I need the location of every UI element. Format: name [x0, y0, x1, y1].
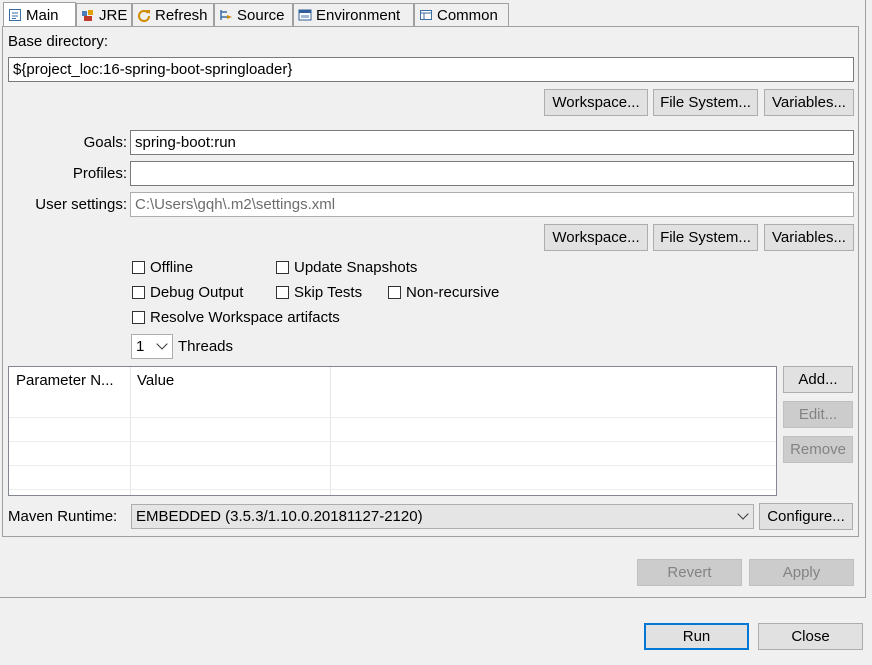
tab-environment[interactable]: Environment — [293, 3, 414, 26]
source-icon — [219, 8, 233, 22]
tab-refresh-label: Refresh — [155, 6, 208, 24]
non-recursive-checkbox-box[interactable] — [388, 286, 401, 299]
skip-tests-checkbox-label: Skip Tests — [294, 284, 363, 301]
column-header-value[interactable]: Value — [130, 367, 330, 393]
tab-common-label: Common — [437, 6, 498, 24]
tab-main-label: Main — [26, 6, 59, 24]
non-recursive-checkbox[interactable]: Non-recursive — [388, 284, 499, 301]
main-tab-icon — [8, 8, 22, 22]
tab-common[interactable]: Common — [414, 3, 509, 26]
debug-output-checkbox[interactable]: Debug Output — [132, 284, 243, 301]
parameters-table[interactable]: Parameter N... Value — [8, 366, 777, 496]
apply-button[interactable]: Apply — [749, 559, 854, 586]
goals-label: Goals: — [83, 134, 127, 151]
table-row — [9, 441, 776, 442]
goals-input[interactable]: spring-boot:run — [130, 130, 854, 155]
threads-select[interactable]: 1 — [131, 334, 173, 359]
refresh-icon — [137, 8, 151, 22]
column-separator — [330, 367, 331, 495]
edit-parameter-button[interactable]: Edit... — [783, 401, 853, 428]
tab-source-label: Source — [237, 6, 285, 24]
tab-environment-label: Environment — [316, 6, 401, 24]
base-workspace-button[interactable]: Workspace... — [544, 89, 648, 116]
remove-parameter-button[interactable]: Remove — [783, 436, 853, 463]
column-separator — [130, 367, 131, 495]
offline-checkbox-label: Offline — [150, 259, 194, 276]
resolve-workspace-checkbox-label: Resolve Workspace artifacts — [150, 309, 340, 326]
non-recursive-checkbox-label: Non-recursive — [406, 284, 500, 301]
environment-icon — [298, 8, 312, 22]
base-file-system-button[interactable]: File System... — [653, 89, 758, 116]
threads-label: Threads — [178, 338, 234, 355]
user-settings-input[interactable]: C:\Users\gqh\.m2\settings.xml — [130, 192, 854, 217]
chevron-down-icon — [156, 338, 168, 350]
revert-button[interactable]: Revert — [637, 559, 742, 586]
update-snapshots-checkbox-label: Update Snapshots — [294, 259, 418, 276]
profiles-label: Profiles: — [72, 165, 127, 182]
run-button[interactable]: Run — [644, 623, 749, 650]
update-snapshots-checkbox[interactable]: Update Snapshots — [276, 259, 417, 276]
debug-output-checkbox-label: Debug Output — [150, 284, 244, 301]
base-directory-label: Base directory: — [8, 33, 109, 50]
settings-file-system-button[interactable]: File System... — [653, 224, 758, 251]
chevron-down-icon — [737, 508, 749, 520]
offline-checkbox[interactable]: Offline — [132, 259, 193, 276]
user-settings-label: User settings: — [35, 196, 127, 213]
tab-refresh[interactable]: Refresh — [132, 3, 214, 26]
base-directory-input[interactable]: ${project_loc:16-spring-boot-springloade… — [8, 57, 854, 82]
tab-jre[interactable]: JRE — [76, 3, 132, 26]
tab-source[interactable]: Source — [214, 3, 293, 26]
column-header-parameter-name[interactable]: Parameter N... — [9, 367, 130, 393]
common-icon — [419, 8, 433, 22]
settings-variables-button[interactable]: Variables... — [764, 224, 854, 251]
footer-separator — [0, 597, 866, 598]
maven-runtime-select-value: EMBEDDED (3.5.3/1.10.0.20181127-2120) — [136, 508, 423, 525]
table-row — [9, 417, 776, 418]
tab-main[interactable]: Main — [3, 2, 76, 27]
update-snapshots-checkbox-box[interactable] — [276, 261, 289, 274]
panel-right-edge — [865, 0, 866, 598]
skip-tests-checkbox-box[interactable] — [276, 286, 289, 299]
add-parameter-button[interactable]: Add... — [783, 366, 853, 393]
resolve-workspace-checkbox[interactable]: Resolve Workspace artifacts — [132, 309, 340, 326]
tab-jre-label: JRE — [99, 6, 128, 24]
offline-checkbox-box[interactable] — [132, 261, 145, 274]
table-row — [9, 465, 776, 466]
maven-runtime-label: Maven Runtime: — [8, 508, 118, 525]
table-row — [9, 489, 776, 490]
threads-select-value: 1 — [136, 338, 145, 355]
skip-tests-checkbox[interactable]: Skip Tests — [276, 284, 362, 301]
base-variables-button[interactable]: Variables... — [764, 89, 854, 116]
profiles-input[interactable] — [130, 161, 854, 186]
close-button[interactable]: Close — [758, 623, 863, 650]
resolve-workspace-checkbox-box[interactable] — [132, 311, 145, 324]
jre-icon — [81, 8, 95, 22]
settings-workspace-button[interactable]: Workspace... — [544, 224, 648, 251]
debug-output-checkbox-box[interactable] — [132, 286, 145, 299]
maven-runtime-select[interactable]: EMBEDDED (3.5.3/1.10.0.20181127-2120) — [131, 504, 754, 529]
configure-button[interactable]: Configure... — [759, 503, 853, 530]
